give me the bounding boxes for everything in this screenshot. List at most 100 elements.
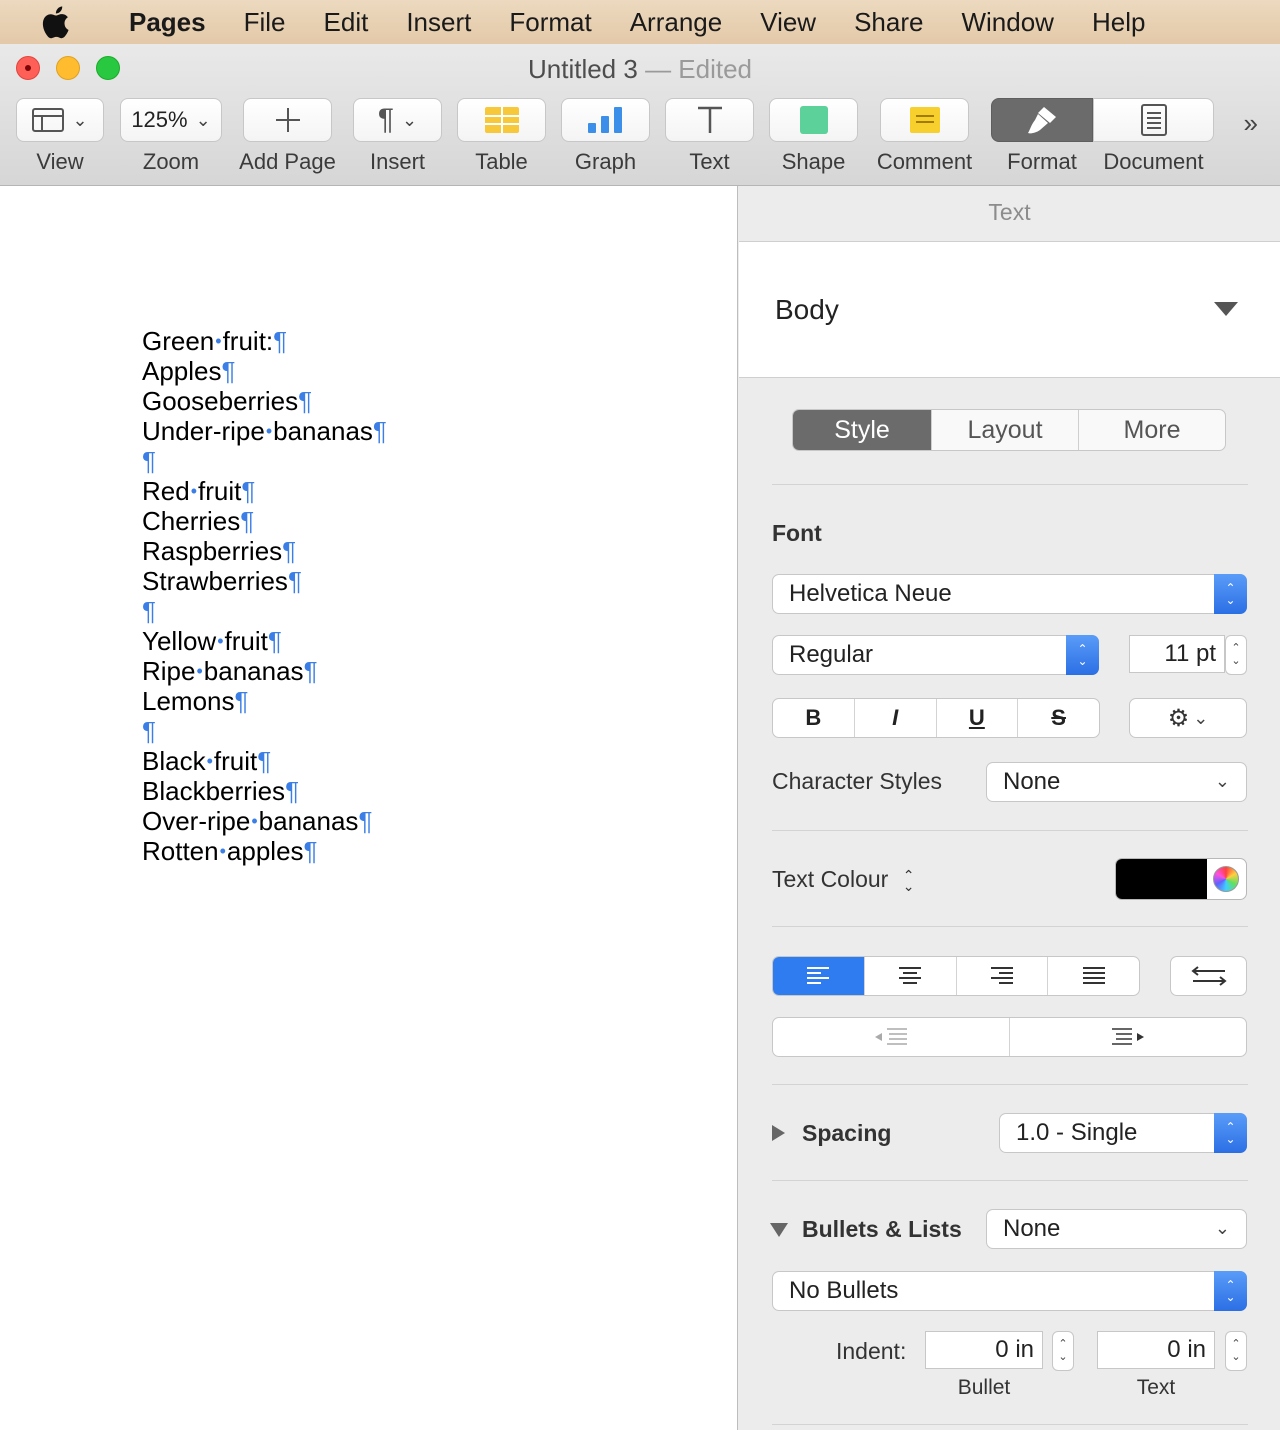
document-line[interactable]: ¶ xyxy=(142,446,387,476)
menu-view[interactable]: View xyxy=(741,7,835,38)
text-button[interactable] xyxy=(665,98,754,142)
typeface-popup[interactable]: Regular ⌃ ⌄ xyxy=(772,635,1099,675)
document-line[interactable]: Red•fruit¶ xyxy=(142,476,387,506)
tab-more[interactable]: More xyxy=(1078,410,1225,450)
increase-indent-button[interactable] xyxy=(1009,1018,1246,1056)
text-direction-button[interactable] xyxy=(1170,956,1247,996)
inspector-header: Text xyxy=(739,186,1280,242)
spacing-popup[interactable]: 1.0 - Single ⌃ ⌄ xyxy=(999,1113,1247,1153)
text-direction-icon xyxy=(1190,966,1227,986)
document-line[interactable]: Gooseberries¶ xyxy=(142,386,387,416)
document-button[interactable] xyxy=(1093,98,1214,142)
bullets-lists-label[interactable]: Bullets & Lists xyxy=(802,1216,962,1243)
menu-format[interactable]: Format xyxy=(490,7,610,38)
insert-button[interactable]: ¶ ⌄ xyxy=(353,98,442,142)
document-line[interactable]: Green•fruit:¶ xyxy=(142,326,387,356)
document-body[interactable]: Green•fruit:¶ Apples¶ Gooseberries¶ Under-r… xyxy=(142,326,387,866)
document-line[interactable]: Apples¶ xyxy=(142,356,387,386)
document-line[interactable]: Raspberries¶ xyxy=(142,536,387,566)
format-button[interactable] xyxy=(991,98,1093,142)
menu-file[interactable]: File xyxy=(225,7,305,38)
bullet-indent-stepper[interactable]: ⌃ ⌄ xyxy=(1052,1331,1074,1371)
menu-share[interactable]: Share xyxy=(835,7,942,38)
text-colour-well[interactable] xyxy=(1115,858,1247,900)
strikethrough-button[interactable]: S xyxy=(1017,699,1099,737)
document-line[interactable]: Over-ripe•bananas¶ xyxy=(142,806,387,836)
menu-insert[interactable]: Insert xyxy=(387,7,490,38)
colour-swatch[interactable] xyxy=(1116,859,1207,899)
divider xyxy=(772,830,1248,831)
edited-status: — Edited xyxy=(645,54,753,84)
disclosure-down-icon[interactable] xyxy=(770,1223,788,1237)
document-name: Untitled 3 xyxy=(527,54,638,84)
align-right-icon xyxy=(990,967,1013,984)
align-right-button[interactable] xyxy=(955,957,1048,995)
paragraph-style-selector[interactable]: Body xyxy=(739,242,1280,378)
decrease-indent-button[interactable] xyxy=(773,1018,1009,1056)
view-button[interactable]: ⌄ xyxy=(16,98,104,142)
document-line[interactable]: Under-ripe•bananas¶ xyxy=(142,416,387,446)
font-size-field[interactable]: 11 pt xyxy=(1129,635,1225,673)
chevron-down-icon: ⌄ xyxy=(72,109,88,130)
add-page-button[interactable] xyxy=(243,98,332,142)
menu-edit[interactable]: Edit xyxy=(305,7,388,38)
tab-style[interactable]: Style xyxy=(793,410,931,450)
menu-help[interactable]: Help xyxy=(1073,7,1164,38)
space-marker: • xyxy=(215,331,222,351)
spacing-label[interactable]: Spacing xyxy=(802,1120,891,1147)
align-left-button[interactable] xyxy=(773,957,864,995)
align-center-button[interactable] xyxy=(863,957,956,995)
bullet-indent-field[interactable]: 0 in xyxy=(925,1331,1043,1369)
document-line[interactable]: Ripe•bananas¶ xyxy=(142,656,387,686)
document-word: fruit: xyxy=(222,326,274,356)
character-styles-popup[interactable]: None ⌄ xyxy=(986,762,1247,802)
menu-pages[interactable]: Pages xyxy=(110,7,225,38)
window-title: Untitled 3 — Edited xyxy=(0,54,1280,85)
font-size-stepper[interactable]: ⌃ ⌄ xyxy=(1225,635,1247,675)
document-word: fruit xyxy=(224,626,268,656)
comment-button[interactable] xyxy=(880,98,969,142)
up-down-arrows-icon: ⌃ ⌄ xyxy=(902,866,915,894)
tab-layout[interactable]: Layout xyxy=(931,410,1078,450)
document-line[interactable]: ¶ xyxy=(142,716,387,746)
up-down-arrows-icon: ⌃ ⌄ xyxy=(1214,574,1247,614)
document-line[interactable]: Black•fruit¶ xyxy=(142,746,387,776)
list-style-popup[interactable]: None ⌄ xyxy=(986,1209,1247,1249)
document-canvas[interactable]: Green•fruit:¶ Apples¶ Gooseberries¶ Under-r… xyxy=(0,186,738,1430)
document-line[interactable]: Yellow•fruit¶ xyxy=(142,626,387,656)
document-line[interactable]: Rotten•apples¶ xyxy=(142,836,387,866)
paintbrush-icon xyxy=(1028,107,1056,134)
document-word: Red xyxy=(142,476,190,506)
font-family-popup[interactable]: Helvetica Neue ⌃ ⌄ xyxy=(772,574,1247,614)
document-line[interactable]: Blackberries¶ xyxy=(142,776,387,806)
justify-button[interactable] xyxy=(1047,957,1139,995)
text-indent-field[interactable]: 0 in xyxy=(1097,1331,1215,1369)
document-line[interactable]: Cherries¶ xyxy=(142,506,387,536)
text-colour-label[interactable]: Text Colour ⌃ ⌄ xyxy=(772,866,914,893)
document-line[interactable]: Lemons¶ xyxy=(142,686,387,716)
paragraph-marker: ¶ xyxy=(303,656,318,686)
document-word: Lemons xyxy=(142,686,235,716)
shape-button[interactable] xyxy=(769,98,858,142)
advanced-options-button[interactable]: ⚙ ⌄ xyxy=(1129,698,1247,738)
bullet-type-popup[interactable]: No Bullets ⌃ ⌄ xyxy=(772,1271,1247,1311)
underline-button[interactable]: U xyxy=(935,699,1018,737)
apple-menu-icon[interactable] xyxy=(0,5,110,39)
zoom-popup[interactable]: 125% ⌄ xyxy=(120,98,222,142)
colour-wheel-icon[interactable] xyxy=(1213,866,1239,892)
shape-icon xyxy=(799,106,828,134)
text-indent-stepper[interactable]: ⌃ ⌄ xyxy=(1225,1331,1247,1371)
graph-button[interactable] xyxy=(561,98,650,142)
document-line[interactable]: ¶ xyxy=(142,596,387,626)
up-down-arrows-icon: ⌃ ⌄ xyxy=(1214,1113,1247,1153)
italic-button[interactable]: I xyxy=(853,699,936,737)
table-button[interactable] xyxy=(457,98,546,142)
triangle-down-icon[interactable] xyxy=(1214,302,1238,316)
menu-arrange[interactable]: Arrange xyxy=(611,7,742,38)
menu-window[interactable]: Window xyxy=(942,7,1072,38)
toolbar-overflow-icon[interactable]: » xyxy=(1244,108,1258,139)
bold-button[interactable]: B xyxy=(773,699,854,737)
document-line[interactable]: Strawberries¶ xyxy=(142,566,387,596)
document-icon xyxy=(1140,104,1167,136)
disclosure-right-icon[interactable] xyxy=(772,1125,785,1141)
